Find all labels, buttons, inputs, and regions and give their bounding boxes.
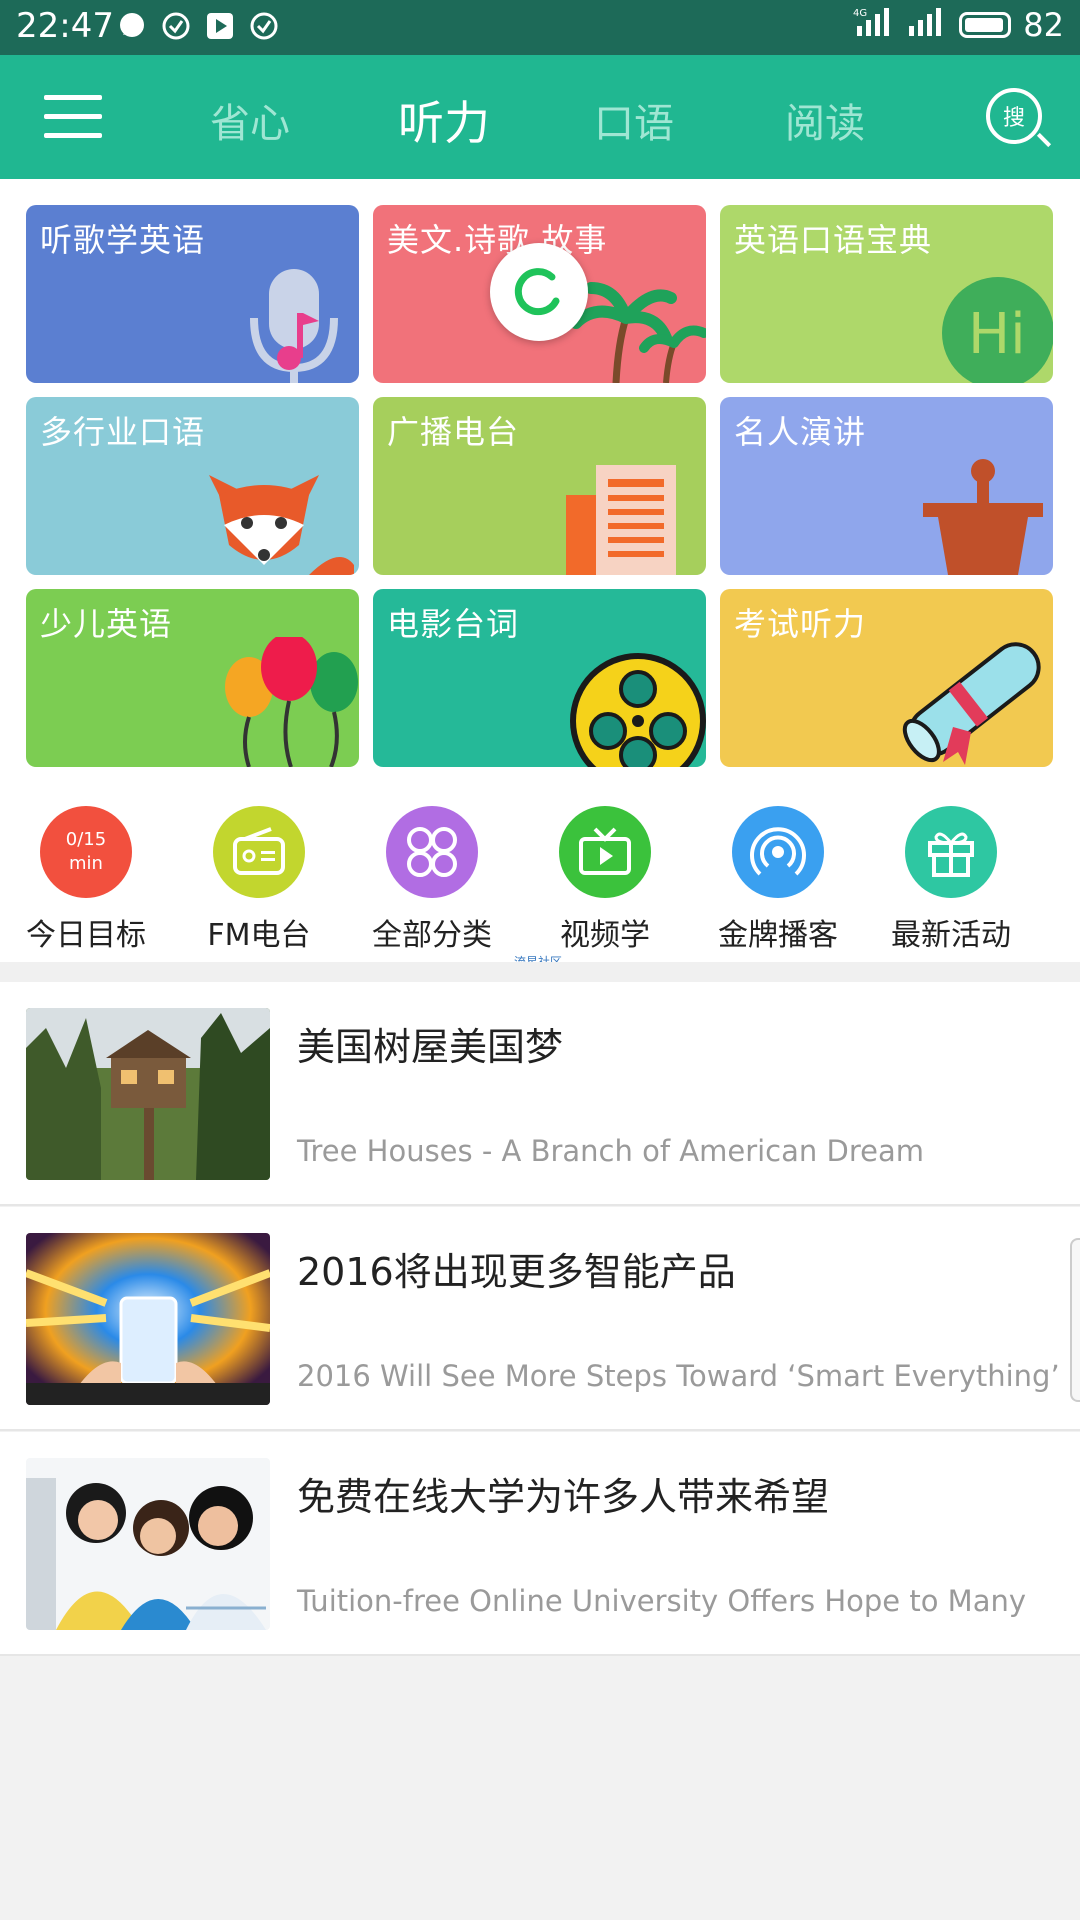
check-circle-icon bbox=[160, 10, 192, 42]
category-tile-songs[interactable]: 听歌学英语 bbox=[26, 205, 359, 383]
shortcut-events[interactable]: 最新活动 bbox=[866, 806, 1036, 954]
tab-shengxin[interactable]: 省心 bbox=[210, 91, 290, 149]
loading-spinner-icon bbox=[490, 243, 588, 341]
shortcut-label: 全部分类 bbox=[372, 918, 492, 953]
hi-bubble-icon: Hi bbox=[942, 277, 1053, 383]
tv-icon bbox=[559, 806, 651, 898]
fox-icon bbox=[209, 475, 354, 575]
svg-text:4G: 4G bbox=[853, 8, 867, 19]
shortcut-label: 视频学 bbox=[560, 918, 650, 953]
signal-icon bbox=[907, 6, 947, 44]
shortcut-fm-radio[interactable]: FM电台 bbox=[174, 806, 344, 954]
shortcut-row: 0/15 min 今日目标 FM电台 全部分类 视频学 金牌播客 最新活动 bbox=[0, 780, 1080, 962]
shortcut-video[interactable]: 视频学 bbox=[520, 806, 690, 954]
battery-icon bbox=[959, 12, 1012, 38]
category-label: 广播电台 bbox=[387, 413, 520, 451]
search-label: 搜 bbox=[1002, 106, 1025, 131]
tab-kouyu[interactable]: 口语 bbox=[594, 91, 674, 149]
category-tile-exams[interactable]: 考试听力 bbox=[720, 589, 1053, 767]
category-label: 名人演讲 bbox=[734, 413, 867, 451]
category-label: 听歌学英语 bbox=[40, 221, 206, 259]
category-label: 英语口语宝典 bbox=[734, 221, 933, 259]
podium-icon bbox=[923, 459, 1043, 575]
notification-icons bbox=[116, 10, 280, 42]
hamburger-icon[interactable] bbox=[44, 95, 102, 139]
goal-icon: 0/15 min bbox=[40, 806, 132, 898]
category-label: 电影台词 bbox=[387, 605, 520, 643]
gift-icon bbox=[905, 806, 997, 898]
category-tile-industry[interactable]: 多行业口语 bbox=[26, 397, 359, 575]
tab-yuedu[interactable]: 阅读 bbox=[785, 91, 865, 149]
category-tile-kids[interactable]: 少儿英语 bbox=[26, 589, 359, 767]
article-subtitle: Tuition-free Online University Offers Ho… bbox=[297, 1584, 1027, 1618]
top-nav: 省心 听力 口语 阅读 搜 bbox=[0, 55, 1080, 179]
radio-icon bbox=[213, 806, 305, 898]
balloons-icon bbox=[225, 637, 358, 767]
grid-icon bbox=[386, 806, 478, 898]
category-tile-movies[interactable]: 电影台词 bbox=[373, 589, 706, 767]
article-title: 美国树屋美国梦 bbox=[297, 1025, 564, 1069]
article-item[interactable]: 美国树屋美国梦 Tree Houses - A Branch of Americ… bbox=[0, 982, 1080, 1206]
signal-4g-icon: 4G bbox=[853, 6, 895, 44]
category-label: 少儿英语 bbox=[40, 605, 173, 643]
category-label: 多行业口语 bbox=[40, 413, 206, 451]
shortcut-label: 金牌播客 bbox=[718, 918, 838, 953]
chat-bubble-icon bbox=[116, 10, 148, 42]
article-thumbnail-treehouse bbox=[26, 1008, 270, 1180]
microphone-icon bbox=[250, 269, 338, 383]
check-circle-icon bbox=[248, 10, 280, 42]
article-item[interactable]: 免费在线大学为许多人带来希望 Tuition-free Online Unive… bbox=[0, 1432, 1080, 1656]
category-label: 考试听力 bbox=[734, 605, 867, 643]
search-button[interactable]: 搜 bbox=[986, 88, 1042, 144]
section-divider bbox=[0, 962, 1080, 982]
article-subtitle: Tree Houses - A Branch of American Dream bbox=[297, 1134, 924, 1168]
status-right: 4G 82 bbox=[853, 6, 1064, 44]
scrollbar[interactable] bbox=[1070, 1238, 1080, 1402]
goal-unit: min bbox=[69, 853, 103, 874]
article-thumbnail-smart-tech bbox=[26, 1233, 270, 1405]
battery-level: 82 bbox=[1023, 6, 1064, 44]
category-tile-oral[interactable]: 英语口语宝典 Hi bbox=[720, 205, 1053, 383]
shortcut-label: 最新活动 bbox=[891, 918, 1011, 953]
shortcut-label: 今日目标 bbox=[26, 918, 146, 953]
article-subtitle: 2016 Will See More Steps Toward ‘Smart E… bbox=[297, 1359, 1060, 1393]
play-store-icon bbox=[204, 10, 236, 42]
shortcut-label: FM电台 bbox=[207, 918, 311, 953]
article-thumbnail-students bbox=[26, 1458, 270, 1630]
shortcut-all-categories[interactable]: 全部分类 bbox=[347, 806, 517, 954]
category-tile-radio[interactable]: 广播电台 bbox=[373, 397, 706, 575]
svg-text:Hi: Hi bbox=[968, 302, 1026, 367]
building-icon bbox=[566, 465, 676, 575]
category-tile-speeches[interactable]: 名人演讲 bbox=[720, 397, 1053, 575]
film-reel-icon bbox=[570, 653, 706, 767]
status-bar: 22:47 4G 82 bbox=[0, 0, 1080, 55]
tab-tingli[interactable]: 听力 bbox=[398, 87, 490, 153]
podcast-icon bbox=[732, 806, 824, 898]
shortcut-podcast[interactable]: 金牌播客 bbox=[693, 806, 863, 954]
status-time: 22:47 bbox=[16, 6, 114, 46]
shortcut-daily-goal[interactable]: 0/15 min 今日目标 bbox=[1, 806, 171, 954]
diploma-icon bbox=[902, 642, 1041, 765]
goal-progress: 0/15 bbox=[65, 829, 107, 850]
article-item[interactable]: 2016将出现更多智能产品 2016 Will See More Steps T… bbox=[0, 1207, 1080, 1431]
article-title: 免费在线大学为许多人带来希望 bbox=[297, 1475, 830, 1519]
article-title: 2016将出现更多智能产品 bbox=[297, 1250, 736, 1294]
